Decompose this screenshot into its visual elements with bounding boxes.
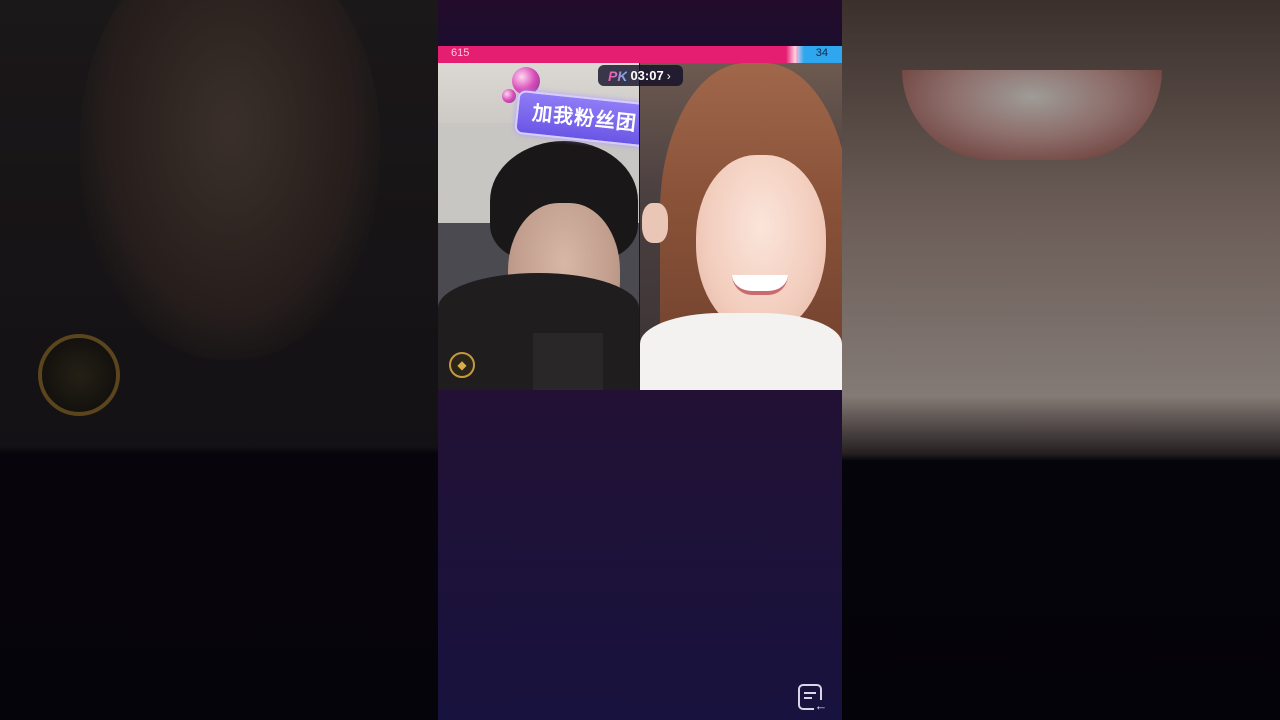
streamer-face <box>696 155 826 335</box>
chevron-right-icon: › <box>666 68 671 83</box>
pk-timer[interactable]: PK 03:07 › <box>598 65 683 86</box>
chat-return-icon[interactable]: ← <box>798 684 828 712</box>
pk-countdown: 03:07 <box>630 68 664 83</box>
pk-score-bar-divider <box>786 46 804 63</box>
live-stream-view: 615 34 加我粉丝团 ◆ PK 03:07 › ← <box>438 0 842 720</box>
right-streamer-video[interactable] <box>640 63 842 390</box>
disco-ball-small-icon <box>502 89 516 103</box>
arrow-left-icon: ← <box>814 698 828 713</box>
blurred-background-right <box>842 0 1280 720</box>
blurred-background-left <box>0 0 438 720</box>
pk-label: PK <box>608 67 628 84</box>
left-streamer-video[interactable]: 加我粉丝团 ◆ <box>438 63 639 390</box>
right-score: 34 <box>815 47 828 59</box>
pk-score-bar <box>438 46 842 63</box>
left-score: 615 <box>451 47 470 59</box>
fan-badge-icon[interactable]: ◆ <box>449 352 475 378</box>
